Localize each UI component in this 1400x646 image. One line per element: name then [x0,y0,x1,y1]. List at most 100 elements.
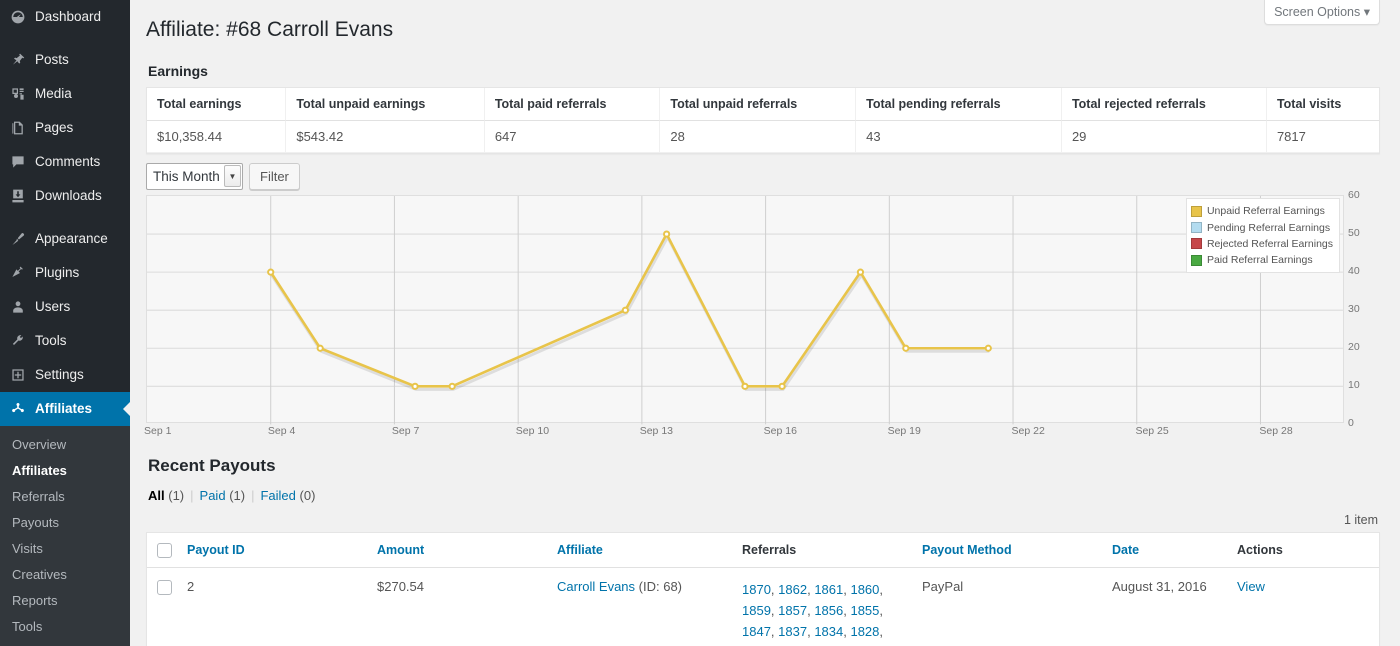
submenu-item-affiliates[interactable]: Affiliates [0,458,130,484]
submenu-item-referrals[interactable]: Referrals [0,484,130,510]
legend-swatch-paid [1191,255,1202,266]
referral-link[interactable]: 1847 [742,624,771,639]
sidebar-item-pages[interactable]: Pages [0,111,130,145]
sidebar-label: Settings [35,367,84,383]
filter-all-count: (1) [168,488,184,503]
referral-link[interactable]: 1870 [742,582,771,597]
sidebar-label: Pages [35,120,73,136]
referral-link[interactable]: 1856 [814,603,843,618]
filter-paid-link[interactable]: Paid [200,488,226,503]
chart-filter-row: This MonthTodayYesterdayLast MonthThis Y… [146,163,1380,190]
x-axis-tick: Sep 1 [144,425,171,437]
item-count-top: 1 item [1344,513,1378,527]
submenu-item-settings[interactable]: Settings [0,640,130,646]
sidebar-item-downloads[interactable]: Downloads [0,179,130,213]
earnings-chart[interactable]: Unpaid Referral Earnings Pending Referra… [146,195,1344,423]
referral-link[interactable]: 1855 [850,603,879,618]
sidebar-label: Comments [35,154,100,170]
submenu-item-creatives[interactable]: Creatives [0,562,130,588]
media-icon [9,85,27,103]
sidebar-item-settings[interactable]: Settings [0,358,130,392]
brush-icon [9,230,27,248]
screen-options-button[interactable]: Screen Options ▾ [1264,0,1380,25]
cell-affiliate: Carroll Evans (ID: 68) [547,568,732,646]
submenu-item-visits[interactable]: Visits [0,536,130,562]
referral-link[interactable]: 1860 [850,582,879,597]
legend-item-paid[interactable]: Paid Referral Earnings [1191,252,1333,268]
sidebar-item-dashboard[interactable]: Dashboard [0,0,130,34]
col-total-paid-referrals: Total paid referrals [484,88,660,121]
chart-plot [147,196,1343,424]
filter-failed-link[interactable]: Failed [260,488,295,503]
filter-failed: Failed (0) [260,488,315,503]
sidebar-label: Affiliates [35,401,92,417]
sidebar-item-media[interactable]: Media [0,77,130,111]
col-amount[interactable]: Amount [367,533,547,567]
legend-item-unpaid[interactable]: Unpaid Referral Earnings [1191,203,1333,219]
sidebar-item-plugins[interactable]: Plugins [0,256,130,290]
view-link[interactable]: View [1237,579,1265,594]
downloads-icon [9,187,27,205]
payouts-section-title: Recent Payouts [148,456,1380,476]
sidebar-item-affiliates[interactable]: Affiliates [0,392,130,426]
col-payout-id[interactable]: Payout ID [177,533,367,567]
date-range-select-wrap: This MonthTodayYesterdayLast MonthThis Y… [146,163,243,190]
select-all-header [147,533,177,567]
admin-sidebar: Dashboard Posts Media Pages Comments Dow… [0,0,130,646]
referral-link[interactable]: 1834 [814,624,843,639]
sidebar-item-tools[interactable]: Tools [0,324,130,358]
earnings-header-row: Total earnings Total unpaid earnings Tot… [147,88,1379,121]
referral-link[interactable]: 1862 [778,582,807,597]
payouts-header-row: Payout ID Amount Affiliate Referrals Pay… [147,533,1379,567]
submenu-item-payouts[interactable]: Payouts [0,510,130,536]
sidebar-label: Downloads [35,188,102,204]
sidebar-item-posts[interactable]: Posts [0,43,130,77]
legend-swatch-unpaid [1191,206,1202,217]
sidebar-label: Users [35,299,70,315]
filter-button[interactable]: Filter [249,163,300,190]
settings-icon [9,366,27,384]
referral-link[interactable]: 1857 [778,603,807,618]
legend-label-rejected: Rejected Referral Earnings [1207,236,1333,252]
menu-separator [0,213,130,222]
legend-item-pending[interactable]: Pending Referral Earnings [1191,220,1333,236]
menu-separator [0,34,130,43]
wrench-icon [9,332,27,350]
col-affiliate[interactable]: Affiliate [547,533,732,567]
submenu-item-overview[interactable]: Overview [0,432,130,458]
referral-link[interactable]: 1828 [850,624,879,639]
filter-all-link[interactable]: All [148,488,165,503]
filter-all: All (1) [148,488,184,503]
legend-item-rejected[interactable]: Rejected Referral Earnings [1191,236,1333,252]
sidebar-item-appearance[interactable]: Appearance [0,222,130,256]
sidebar-label: Media [35,86,72,102]
sidebar-label: Posts [35,52,69,68]
value-total-visits: 7817 [1266,121,1379,153]
col-payout-method[interactable]: Payout Method [912,533,1102,567]
col-total-pending-referrals: Total pending referrals [855,88,1061,121]
submenu-item-tools[interactable]: Tools [0,614,130,640]
col-date[interactable]: Date [1102,533,1227,567]
sidebar-item-comments[interactable]: Comments [0,145,130,179]
referral-link[interactable]: 1837 [778,624,807,639]
value-total-earnings: $10,358.44 [147,121,285,153]
col-total-rejected-referrals: Total rejected referrals [1061,88,1266,121]
row-checkbox[interactable] [157,580,172,595]
filter-failed-count: (0) [300,488,316,503]
value-total-unpaid-earnings: $543.42 [285,121,483,153]
y-axis-tick: 50 [1348,227,1360,239]
submenu-item-reports[interactable]: Reports [0,588,130,614]
filter-separator: | [188,488,195,503]
chevron-down-icon: ▾ [1364,5,1370,19]
affiliate-link[interactable]: Carroll Evans [557,579,635,594]
x-axis-tick: Sep 7 [392,425,419,437]
y-axis-tick: 30 [1348,303,1360,315]
dashboard-icon [9,8,27,26]
date-range-select[interactable]: This MonthTodayYesterdayLast MonthThis Y… [146,163,243,190]
select-all-checkbox[interactable] [157,543,172,558]
referral-link[interactable]: 1859 [742,603,771,618]
affiliates-icon [9,400,27,418]
referral-link[interactable]: 1861 [814,582,843,597]
sidebar-item-users[interactable]: Users [0,290,130,324]
sidebar-label: Dashboard [35,9,101,25]
